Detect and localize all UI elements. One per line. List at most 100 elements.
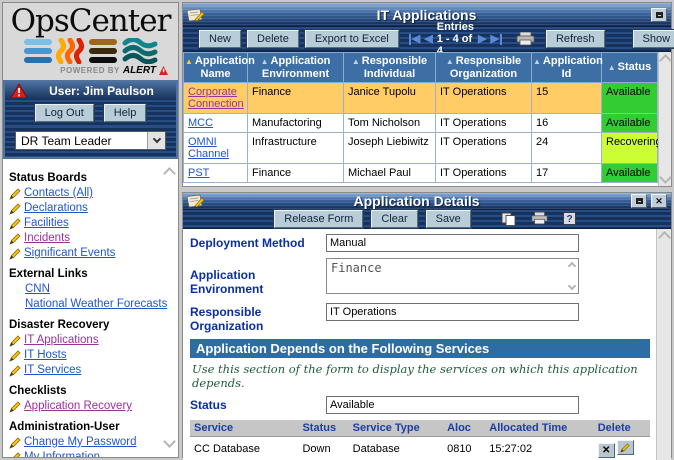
panel-title: Application Details (206, 193, 627, 209)
pencil-icon (9, 233, 21, 245)
prev-page-icon[interactable]: ◀ (424, 34, 432, 45)
print-icon[interactable] (516, 32, 536, 46)
svc-column-delete: Delete (594, 420, 650, 437)
status-badge: Recovering (602, 133, 658, 164)
logout-button[interactable]: Log Out (35, 104, 94, 122)
scroll-up-icon[interactable] (658, 231, 671, 244)
show-filters-button[interactable]: Show Filters (633, 30, 674, 48)
clear-button[interactable]: Clear (371, 210, 417, 228)
role-select[interactable]: DR Team Leader (15, 131, 166, 150)
column-header-application-id[interactable]: ▲Application Id (532, 53, 602, 83)
application-details-panel: Application Details ✕ Release Form Clear… (182, 192, 672, 458)
next-page-icon[interactable]: ▶ (478, 34, 486, 45)
sidebar-item-significant-events[interactable]: Significant Events (9, 246, 174, 261)
last-page-icon[interactable]: ▶ (491, 34, 502, 45)
close-icon[interactable]: ✕ (651, 194, 667, 208)
status-badge: Available (602, 114, 658, 133)
it-applications-toolbar: New Delete Export to Excel ◀ ◀ Entries 1… (183, 27, 671, 52)
user-label: User: Jim Paulson (33, 84, 170, 98)
services-table: Service Status Service Type Aloc Allocat… (190, 420, 650, 460)
delete-button[interactable]: Delete (247, 30, 299, 48)
sort-asc-icon: ▲ (261, 57, 269, 66)
sidebar-item-change-password[interactable]: Change My Password (9, 435, 174, 450)
sort-asc-icon: ▲ (352, 57, 360, 66)
svc-column-allocated-time: Allocated Time (485, 420, 593, 437)
sidebar-item-incidents[interactable]: Incidents (9, 231, 174, 246)
status-input[interactable] (326, 396, 579, 414)
sidebar-item-my-information[interactable]: My Information (9, 450, 174, 457)
section-title-disaster-recovery: Disaster Recovery (9, 319, 174, 331)
role-select-arrow[interactable] (147, 132, 165, 149)
application-link[interactable]: PST (188, 167, 209, 179)
application-environment-textarea[interactable]: Finance (326, 258, 579, 294)
maximize-button[interactable] (631, 194, 647, 208)
table-scrollbar[interactable] (658, 52, 671, 186)
warning-icon (11, 84, 27, 98)
application-details-titlebar: Application Details ✕ (183, 193, 671, 210)
sidebar-item-it-applications[interactable]: IT Applications (9, 333, 174, 348)
help-icon[interactable]: ? (563, 212, 576, 226)
column-header-responsible-organization[interactable]: ▲Responsible Organization (436, 53, 532, 83)
pencil-icon (9, 218, 21, 230)
opscenter-logo-glyphs (23, 38, 159, 64)
sidebar-item-cnn[interactable]: CNN (9, 282, 174, 297)
print-icon[interactable] (531, 212, 549, 226)
it-applications-panel: IT Applications New Delete Export to Exc… (182, 2, 672, 187)
sidebar-item-contacts[interactable]: Contacts (All) (9, 186, 174, 201)
pencil-icon (9, 248, 21, 260)
sort-asc-icon: ▲ (446, 57, 454, 66)
svc-column-status: Status (298, 420, 348, 437)
pencil-icon (9, 188, 21, 200)
new-button[interactable]: New (199, 30, 241, 48)
sidebar-scroll-up[interactable] (165, 167, 174, 181)
pencil-icon (9, 437, 21, 449)
sidebar-item-weather[interactable]: National Weather Forecasts (9, 297, 174, 312)
export-to-excel-button[interactable]: Export to Excel (305, 30, 399, 48)
alert-brand-label: ALERT (123, 65, 156, 76)
pencil-icon (9, 335, 21, 347)
maximize-button[interactable] (651, 8, 667, 22)
user-panel: User: Jim Paulson Log Out Help DR Team L… (3, 80, 178, 159)
edit-service-icon[interactable] (617, 440, 634, 455)
help-button[interactable]: Help (104, 104, 147, 122)
refresh-button[interactable]: Refresh (546, 30, 605, 48)
column-header-application-environment[interactable]: ▲Application Environment (248, 53, 344, 83)
form-scrollbar[interactable] (656, 229, 671, 460)
column-header-responsible-individual[interactable]: ▲Responsible Individual (344, 53, 436, 83)
sidebar-item-declarations[interactable]: Declarations (9, 201, 174, 216)
release-form-button[interactable]: Release Form (274, 210, 363, 228)
section-title-administration-user: Administration-User (9, 421, 174, 433)
application-link[interactable]: OMNI Channel (188, 136, 229, 160)
sidebar-item-application-recovery[interactable]: Application Recovery (9, 399, 174, 414)
svc-column-aloc: Aloc (443, 420, 485, 437)
table-row[interactable]: OMNI Channel Infrastructure Joseph Liebi… (184, 133, 658, 164)
pencil-icon (9, 365, 21, 377)
deployment-method-input[interactable] (326, 234, 579, 252)
table-row[interactable]: MCC Manufactoring Tom Nicholson IT Opera… (184, 114, 658, 133)
sidebar: OpsCenter POWERED BY ALERT User: Jim Pau (2, 2, 179, 458)
responsible-organization-input[interactable] (326, 303, 579, 321)
section-title-external-links: External Links (9, 268, 174, 280)
column-header-application-name[interactable]: ▲Application Name (184, 53, 248, 83)
section-title-status-boards: Status Boards (9, 172, 174, 184)
notepad-icon (187, 193, 206, 209)
sidebar-item-facilities[interactable]: Facilities (9, 216, 174, 231)
sidebar-scroll-down[interactable] (165, 435, 174, 449)
pencil-icon (9, 203, 21, 215)
scroll-up-icon[interactable] (659, 54, 672, 67)
sidebar-item-it-services[interactable]: IT Services (9, 363, 174, 378)
table-row[interactable]: PST Finance Michael Paul IT Operations 1… (184, 164, 658, 183)
sidebar-item-it-hosts[interactable]: IT Hosts (9, 348, 174, 363)
application-link[interactable]: MCC (188, 117, 213, 129)
copy-icon[interactable] (501, 212, 517, 226)
save-button[interactable]: Save (426, 210, 471, 228)
sort-asc-icon: ▲ (185, 57, 193, 66)
scroll-down-icon[interactable] (659, 171, 672, 184)
opscenter-logo: OpsCenter POWERED BY ALERT (3, 3, 178, 80)
first-page-icon[interactable]: ◀ (409, 34, 420, 45)
application-details-toolbar: Release Form Clear Save ? (183, 210, 671, 229)
delete-service-icon[interactable]: ✕ (598, 443, 615, 458)
application-link[interactable]: Corporate Connection (188, 86, 244, 110)
table-row[interactable]: Corporate Connection Finance Janice Tupo… (184, 83, 658, 114)
column-header-status[interactable]: ▲Status (602, 53, 658, 83)
